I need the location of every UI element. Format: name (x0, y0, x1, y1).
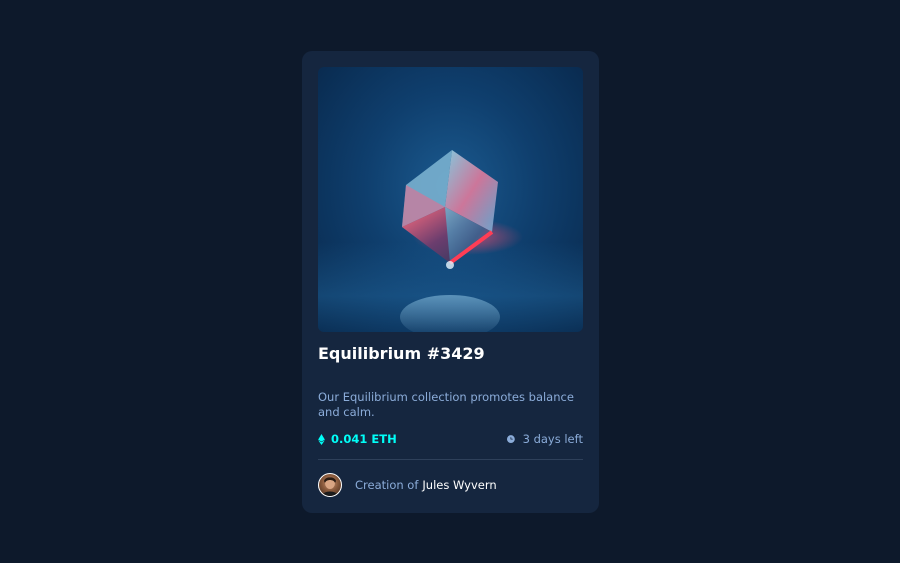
ethereum-icon (318, 433, 325, 445)
creator: Creation of Jules Wyvern (318, 472, 497, 498)
avatar-portrait (322, 477, 338, 496)
price: 0.041 ETH (318, 432, 397, 446)
card-title[interactable]: Equilibrium #3429 (318, 344, 485, 363)
creator-name-link[interactable]: Jules Wyvern (422, 478, 496, 492)
time-left: 3 days left (506, 432, 583, 446)
nft-card: Equilibrium #3429 Our Equilibrium collec… (302, 51, 599, 513)
cube-illustration (400, 150, 523, 332)
clock-icon (506, 435, 515, 444)
time-left-value: 3 days left (522, 432, 583, 446)
divider (318, 459, 583, 460)
avatar (318, 473, 342, 497)
price-value: 0.041 ETH (331, 432, 397, 446)
creator-prefix: Creation of (355, 478, 419, 492)
card-meta: 0.041 ETH 3 days left (318, 432, 583, 448)
nft-image[interactable] (318, 67, 583, 332)
card-description: Our Equilibrium collection promotes bala… (318, 390, 574, 419)
